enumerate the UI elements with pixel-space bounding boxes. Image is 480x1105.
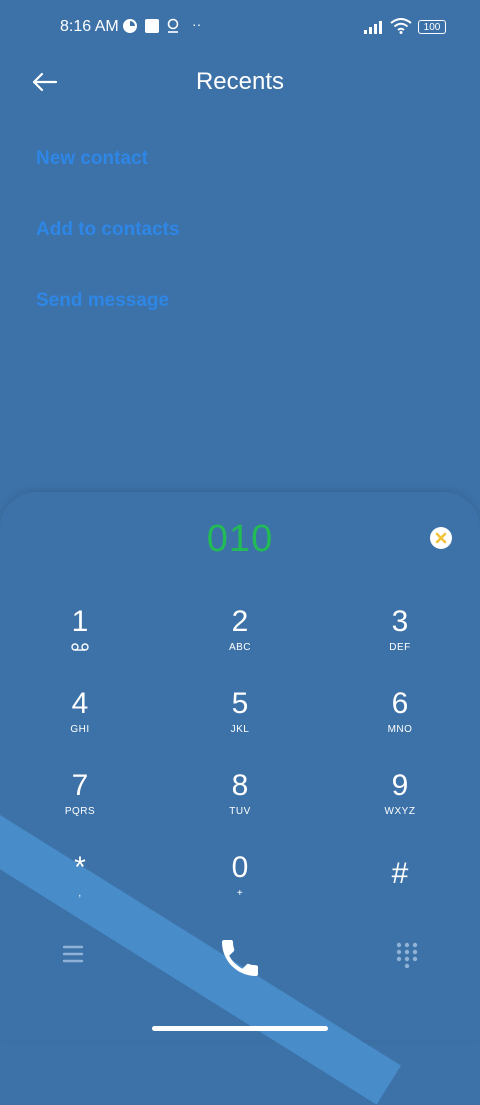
key-letters: MNO [387, 724, 413, 735]
battery-icon: 100 [418, 20, 446, 34]
status-bar: 8:16 AM ·· 100 [0, 0, 480, 56]
home-indicator[interactable] [152, 1026, 328, 1031]
key-letters: ABC [228, 642, 252, 653]
key-digit: 2 [231, 605, 249, 638]
key-4[interactable]: 4 GHI [20, 688, 140, 758]
key-5[interactable]: 5 JKL [180, 688, 300, 758]
key-digit: * [74, 851, 86, 884]
key-digit: 4 [71, 687, 89, 720]
key-9[interactable]: 9 WXYZ [340, 770, 460, 840]
key-digit: 1 [71, 605, 89, 638]
key-8[interactable]: 8 TUV [180, 770, 300, 840]
add-to-contacts-link[interactable]: Add to contacts [36, 219, 180, 241]
key-6[interactable]: 6 MNO [340, 688, 460, 758]
key-digit: # [391, 857, 409, 890]
key-digit: 8 [231, 769, 249, 802]
page-title: Recents [195, 68, 285, 95]
key-star[interactable]: * , [20, 852, 140, 922]
key-digit: 9 [391, 769, 409, 802]
notification-icon [122, 18, 138, 39]
key-letters: PQRS [64, 806, 96, 817]
header: Recents [0, 56, 480, 108]
wifi-icon [390, 18, 412, 39]
key-hash[interactable]: # [340, 858, 460, 928]
key-letters: WXYZ [384, 806, 416, 817]
key-letters: JKL [230, 724, 250, 735]
call-icon[interactable] [216, 934, 264, 987]
key-letters: + [236, 888, 244, 899]
key-letters: TUV [229, 806, 251, 817]
menu-icon[interactable] [62, 944, 84, 969]
new-contact-link[interactable]: New contact [36, 148, 148, 170]
square-notification-icon [144, 18, 160, 39]
send-message-link[interactable]: Send message [36, 290, 169, 312]
dialed-number: 010 [206, 518, 274, 560]
key-letters: , [78, 888, 82, 899]
key-letters: DEF [389, 642, 411, 653]
location-icon [166, 18, 180, 39]
key-1[interactable]: 1 [20, 606, 140, 676]
keypad-icon[interactable] [396, 942, 418, 973]
key-3[interactable]: 3 DEF [340, 606, 460, 676]
more-notifications-icon: ·· [192, 16, 202, 32]
key-letters: GHI [70, 724, 90, 735]
key-0[interactable]: 0 + [180, 852, 300, 922]
key-2[interactable]: 2 ABC [180, 606, 300, 676]
key-digit: 3 [391, 605, 409, 638]
key-digit: 0 [231, 851, 249, 884]
key-digit: 7 [71, 769, 89, 802]
key-7[interactable]: 7 PQRS [20, 770, 140, 840]
key-digit: 5 [231, 687, 249, 720]
status-time: 8:16 AM [60, 18, 119, 35]
clear-digit-icon[interactable] [430, 527, 452, 549]
voicemail-icon [20, 642, 140, 655]
signal-icon [364, 20, 386, 39]
key-digit: 6 [391, 687, 409, 720]
